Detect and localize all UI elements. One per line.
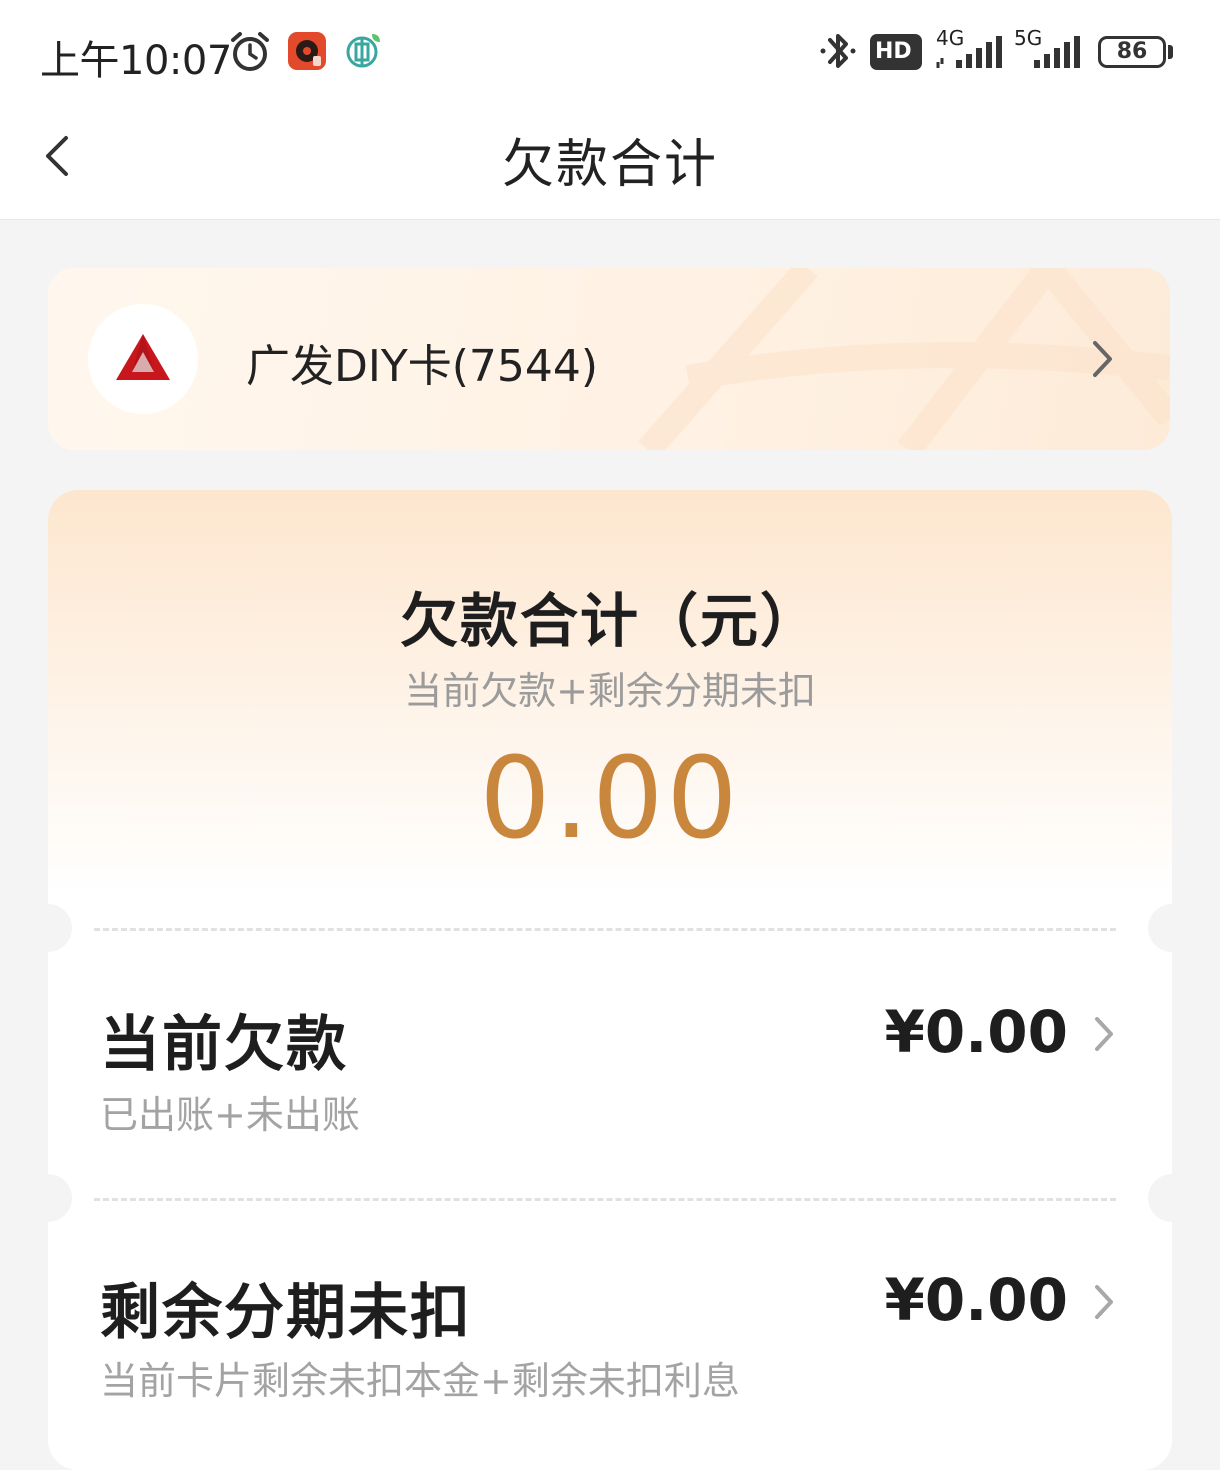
ticket-notch-left — [48, 1174, 72, 1222]
hd-voice-icon: HD — [870, 34, 922, 70]
summary-title: 欠款合计（元） — [399, 587, 820, 655]
bluetooth-icon — [820, 34, 856, 68]
cgb-bank-logo-icon — [116, 334, 170, 380]
remaining-installment-desc: 当前卡片剩余未扣本金+剩余未扣利息 — [100, 1359, 740, 1403]
battery-level: 86 — [1116, 39, 1148, 64]
current-debt-title: 当前欠款 — [100, 1010, 348, 1080]
current-debt-amount: ¥0.00 — [884, 998, 1068, 1066]
signal-5g-icon — [1034, 36, 1080, 68]
card-background-pattern — [638, 268, 1170, 450]
current-debt-desc: 已出账+未出账 — [100, 1093, 360, 1137]
card-selector[interactable]: 广发DIY卡(7544) — [48, 268, 1170, 450]
chevron-right-icon — [1095, 1017, 1113, 1051]
signal-4g-icon — [936, 36, 1002, 68]
chevron-right-icon — [1093, 341, 1112, 377]
bank-app-icon — [346, 34, 380, 68]
ticket-notch-right — [1148, 1174, 1172, 1222]
bank-logo-badge — [88, 304, 198, 414]
top-nav-bar: 欠款合计 — [0, 100, 1220, 220]
status-bar: 上午10:07 HD 4G 5G 86 — [0, 0, 1220, 100]
summary-subtitle: 当前欠款+剩余分期未扣 — [404, 669, 816, 713]
music-app-icon — [288, 32, 326, 70]
summary-header: 欠款合计（元） 当前欠款+剩余分期未扣 0.00 — [48, 490, 1172, 930]
chevron-right-icon — [1095, 1285, 1113, 1319]
dashed-divider — [94, 928, 1116, 931]
remaining-installment-amount: ¥0.00 — [884, 1266, 1068, 1334]
remaining-installment-title: 剩余分期未扣 — [100, 1278, 472, 1348]
hd-label: HD — [875, 39, 912, 64]
alarm-icon — [231, 32, 269, 71]
battery-icon: 86 — [1098, 36, 1166, 68]
total-debt-amount: 0.00 — [479, 734, 741, 864]
page-title: 欠款合计 — [501, 135, 718, 195]
debt-summary-card: 欠款合计（元） 当前欠款+剩余分期未扣 0.00 当前欠款 已出账+未出账 ¥0… — [48, 490, 1172, 1470]
status-time: 上午10:07 — [40, 38, 232, 84]
dashed-divider — [94, 1198, 1116, 1201]
battery-tip — [1168, 45, 1173, 59]
card-name: 广发DIY卡(7544) — [246, 341, 599, 392]
